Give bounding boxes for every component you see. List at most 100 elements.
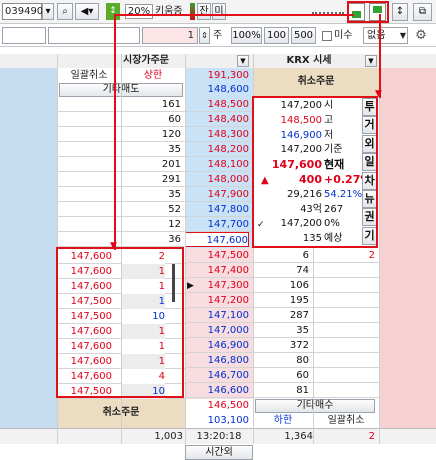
buy-price[interactable]: 147,000 xyxy=(185,323,249,338)
other-buy-price: 146,500 xyxy=(207,400,249,411)
sell-price[interactable]: 147,700 xyxy=(185,217,249,232)
upper-limit-label: 상한 xyxy=(143,70,163,81)
current-time: 13:20:18 xyxy=(196,431,242,442)
sell-cancel-order[interactable]: 취소주문 xyxy=(253,74,379,89)
highlight-quote-box xyxy=(252,96,378,248)
buy-price[interactable]: 146,700 xyxy=(185,368,249,383)
annotation-line xyxy=(379,14,381,98)
buy-qty[interactable]: 106 xyxy=(253,278,309,293)
sell-qty[interactable]: 201 xyxy=(121,157,181,172)
vertical-text-icon[interactable]: ↕ xyxy=(106,3,120,20)
stock-code-input[interactable]: 039490 xyxy=(2,3,43,20)
sell-price[interactable]: 148,100 xyxy=(185,157,249,172)
buy-price[interactable]: 147,100 xyxy=(185,308,249,323)
buy-extra: 2 xyxy=(368,250,375,261)
buy-price[interactable]: 146,900 xyxy=(185,338,249,353)
qty-100-button[interactable]: 100 xyxy=(264,27,289,44)
buy-qty[interactable]: 6 xyxy=(253,248,309,263)
sell-price[interactable]: 147,800 xyxy=(185,202,249,217)
pct-100-button[interactable]: 100% xyxy=(231,27,262,44)
lower-limit-price: 103,100 xyxy=(207,415,249,426)
stock-name: 키움증 xyxy=(155,6,183,17)
buy-qty[interactable]: 287 xyxy=(253,308,309,323)
cancel-all-buy[interactable]: 일괄취소 xyxy=(313,413,379,428)
other-sell-price: 148,600 xyxy=(207,84,249,95)
credit-select-value: 없음 xyxy=(367,30,386,41)
grid-line xyxy=(313,248,314,444)
left-title-dropdown[interactable]: ▼ xyxy=(237,55,249,67)
sell-qty[interactable]: 161 xyxy=(121,97,181,112)
sell-price[interactable]: 148,000 xyxy=(185,172,249,187)
qty-input[interactable]: 1 xyxy=(142,27,198,44)
lower-limit-label: 하한 xyxy=(273,415,293,426)
buy-price[interactable]: 147,200 xyxy=(185,293,249,308)
buy-price[interactable]: 146,800 xyxy=(185,353,249,368)
sort-icon[interactable]: ↕ xyxy=(392,3,408,21)
search-icon[interactable]: ⌕ xyxy=(57,3,73,20)
sell-price[interactable]: 148,200 xyxy=(185,142,249,157)
sell-qty[interactable]: 35 xyxy=(121,142,181,157)
buy-qty[interactable]: 80 xyxy=(253,353,309,368)
total-sell-qty: 1,003 xyxy=(154,431,183,442)
unfilled-button[interactable]: 미 xyxy=(212,3,226,20)
misu-label: 미수 xyxy=(334,30,353,41)
after-hours-button[interactable]: 시간외 xyxy=(185,445,253,460)
credit-select[interactable]: 없음 ▼ xyxy=(363,27,408,44)
right-col-bg xyxy=(379,54,436,429)
sell-price[interactable]: 147,900 xyxy=(185,187,249,202)
highlight-toolbar-box xyxy=(347,1,389,23)
qty-stepper[interactable]: ⇕ xyxy=(199,27,210,44)
buy-price[interactable]: 147,400 xyxy=(185,263,249,278)
name-color-tag xyxy=(190,3,195,20)
sell-qty[interactable]: 120 xyxy=(121,127,181,142)
sell-price[interactable]: 148,300 xyxy=(185,127,249,142)
sell-qty[interactable]: 35 xyxy=(121,187,181,202)
annotation-line xyxy=(114,14,116,250)
highlight-orders-box xyxy=(56,247,184,398)
arrow-down-icon: ▼ xyxy=(110,241,117,251)
sell-price[interactable]: 148,400 xyxy=(185,112,249,127)
buy-price[interactable]: 147,500 xyxy=(185,248,249,263)
right-title: KRX 시세 xyxy=(286,55,332,66)
left-title: 시장가주문 xyxy=(123,55,169,66)
sell-qty[interactable]: 12 xyxy=(121,217,181,232)
grid-line xyxy=(379,54,380,444)
right-title-dropdown[interactable]: ▼ xyxy=(365,55,377,67)
sell-qty[interactable]: 52 xyxy=(121,202,181,217)
misu-checkbox[interactable] xyxy=(322,31,332,41)
buy-qty[interactable]: 81 xyxy=(253,383,309,398)
popout-icon[interactable]: ⧉ xyxy=(413,3,432,21)
total-buy-qty: 1,364 xyxy=(284,431,313,442)
qty-diff: 2 xyxy=(368,431,375,442)
buy-qty[interactable]: 35 xyxy=(253,323,309,338)
order-type-select[interactable] xyxy=(2,27,46,44)
grid-line xyxy=(185,54,186,444)
cancel-all-sell[interactable]: 일괄취소 xyxy=(57,68,121,83)
sell-qty[interactable]: 291 xyxy=(121,172,181,187)
buy-qty[interactable]: 74 xyxy=(253,263,309,278)
ratio-label[interactable]: 20% xyxy=(125,4,153,19)
sell-price[interactable]: 147,600 xyxy=(185,232,249,247)
gear-icon[interactable]: ⚙ xyxy=(412,27,430,44)
buy-qty[interactable]: 60 xyxy=(253,368,309,383)
buy-qty[interactable]: 372 xyxy=(253,338,309,353)
buy-qty[interactable]: 195 xyxy=(253,293,309,308)
chevron-down-icon: ▼ xyxy=(399,31,406,40)
unit-label: 주 xyxy=(213,30,223,41)
balance-button[interactable]: 잔 xyxy=(197,3,211,20)
speaker-icon[interactable]: ◀▾ xyxy=(75,3,99,20)
sell-qty[interactable]: 36 xyxy=(121,232,181,247)
sell-price[interactable]: 148,500 xyxy=(185,97,249,112)
buy-price[interactable]: 147,300 xyxy=(185,278,249,293)
buy-price[interactable]: 146,600 xyxy=(185,383,249,398)
other-buy-button[interactable]: 기타매수 xyxy=(255,399,375,413)
annotation-line xyxy=(114,14,354,16)
left-col-bg xyxy=(0,54,57,429)
price-input[interactable] xyxy=(48,27,140,44)
sell-qty[interactable]: 60 xyxy=(121,112,181,127)
upper-limit-price: 191,300 xyxy=(207,70,249,81)
code-dropdown-button[interactable]: ▾ xyxy=(42,3,54,20)
qty-500-button[interactable]: 500 xyxy=(291,27,316,44)
arrow-down-icon: ▼ xyxy=(375,89,382,99)
current-price-pointer: ▶ xyxy=(187,281,194,291)
